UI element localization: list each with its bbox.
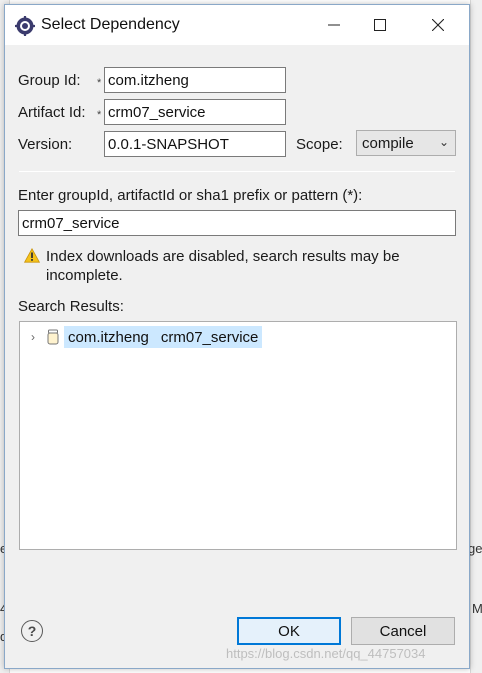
version-label: Version: (18, 136, 73, 153)
eclipse-gear-icon (15, 16, 35, 36)
minimize-button[interactable] (311, 5, 357, 45)
warning-message-line2: incomplete. (46, 267, 123, 284)
dialog-title: Select Dependency (41, 16, 180, 33)
search-label: Enter groupId, artifactId or sha1 prefix… (18, 187, 363, 204)
artifact-id-label: Artifact Id: (18, 104, 86, 121)
tree-item[interactable]: › com.itzheng crm07_service (26, 326, 263, 348)
group-id-label: Group Id: (18, 72, 81, 89)
maximize-icon (374, 19, 386, 31)
close-icon (432, 19, 444, 31)
background-text-fragment: ge (468, 541, 482, 556)
watermark: https://blog.csdn.net/qq_44757034 (226, 646, 426, 661)
search-results-tree[interactable]: › com.itzheng crm07_service (19, 321, 457, 550)
tree-item-selected[interactable]: com.itzheng crm07_service (64, 326, 263, 348)
close-button[interactable] (415, 5, 461, 45)
separator (19, 171, 455, 172)
warning-message-line1: Index downloads are disabled, search res… (46, 248, 400, 265)
cancel-button[interactable]: Cancel (351, 617, 455, 645)
artifact-id-field[interactable] (104, 99, 286, 125)
background-text-fragment: M (472, 601, 482, 616)
ok-button[interactable]: OK (237, 617, 341, 645)
required-marker: * (97, 109, 102, 121)
background-window-right (470, 0, 482, 673)
search-results-label: Search Results: (18, 298, 124, 315)
scope-selected-value: compile (362, 134, 414, 152)
required-marker: * (97, 77, 102, 89)
maximize-button[interactable] (357, 5, 403, 45)
chevron-down-icon: ⌄ (438, 135, 449, 149)
group-id-field[interactable] (104, 67, 286, 93)
jar-icon (47, 329, 59, 345)
result-artifact-id: crm07_service (160, 328, 259, 346)
scope-select[interactable]: compile ⌄ (356, 130, 456, 156)
expand-chevron-icon[interactable]: › (26, 330, 40, 344)
version-field[interactable] (104, 131, 286, 157)
minimize-icon (328, 24, 340, 26)
help-icon: ? (27, 623, 37, 639)
help-button[interactable]: ? (21, 620, 43, 642)
scope-label: Scope: (296, 136, 343, 153)
search-input[interactable] (18, 210, 456, 236)
title-bar[interactable]: Select Dependency (5, 5, 469, 45)
warning-icon (24, 248, 40, 263)
select-dependency-dialog: Select Dependency Group Id: * Artifact I… (4, 4, 470, 669)
result-group-id: com.itzheng (68, 328, 149, 346)
